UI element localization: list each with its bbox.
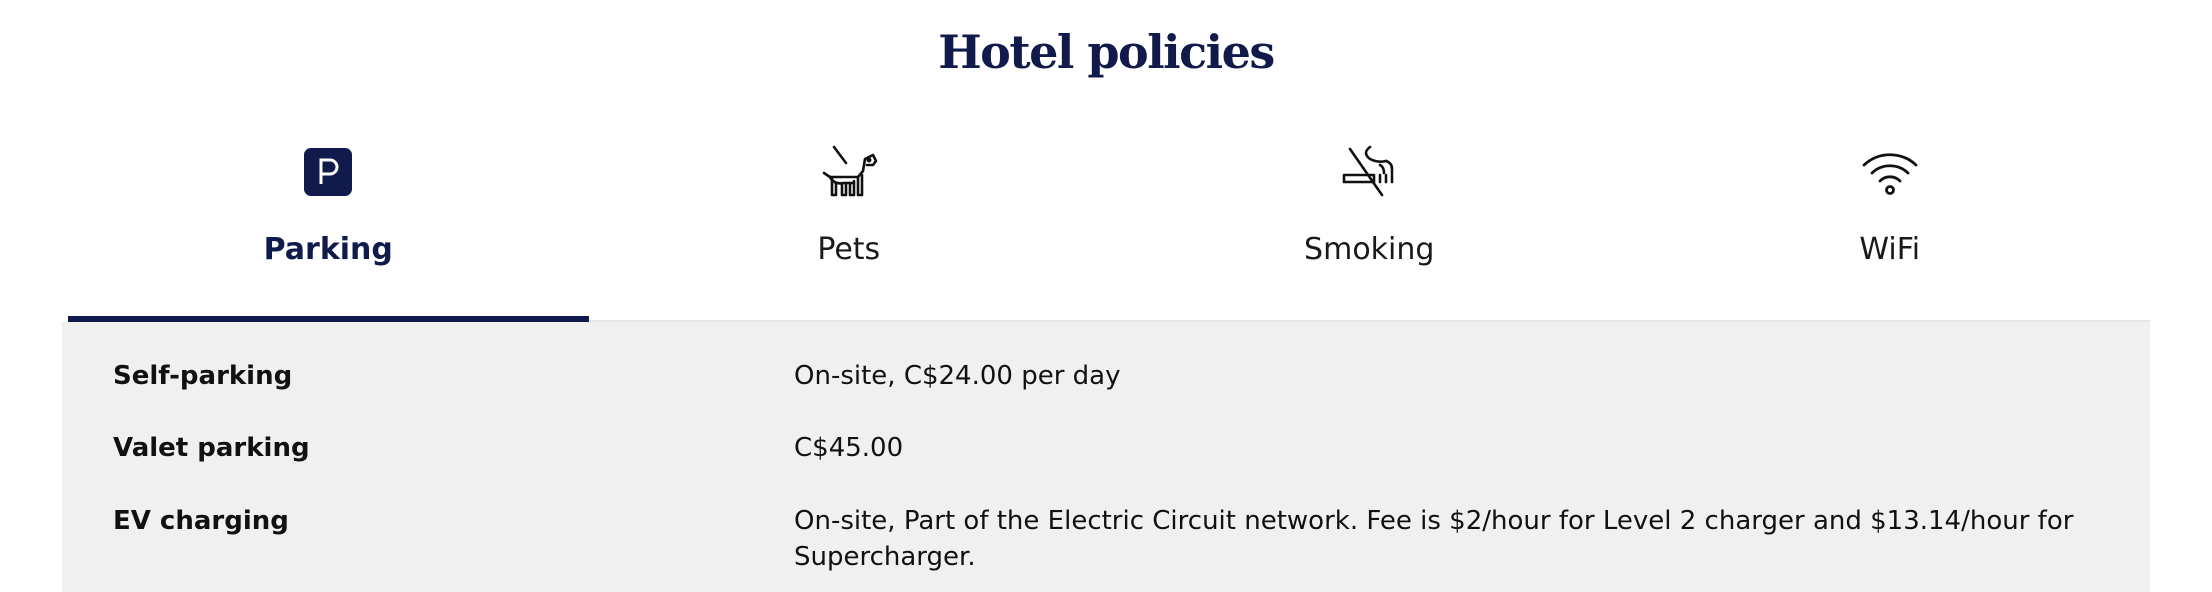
policy-label: EV charging <box>113 506 289 536</box>
parking-policy-panel: Self-parking On-site, C$24.00 per day Va… <box>62 322 2150 592</box>
tab-label: Parking <box>263 232 393 267</box>
dog-icon <box>819 142 879 202</box>
policy-value: C$45.00 <box>794 433 904 463</box>
tab-smoking[interactable]: Smoking <box>1109 120 1630 320</box>
wifi-icon <box>1860 142 1920 202</box>
policy-value: On-site, C$24.00 per day <box>794 361 1121 391</box>
tab-label: WiFi <box>1859 232 1921 267</box>
policy-label: Self-parking <box>113 361 293 391</box>
tab-wifi[interactable]: WiFi <box>1630 120 2151 320</box>
policy-label: Valet parking <box>113 433 310 463</box>
tab-label: Smoking <box>1304 232 1435 267</box>
parking-icon <box>298 142 358 202</box>
tab-pets[interactable]: Pets <box>589 120 1110 320</box>
policy-value: On-site, Part of the Electric Circuit ne… <box>794 506 2074 572</box>
tab-label: Pets <box>817 232 881 267</box>
page-title: Hotel policies <box>938 25 1275 79</box>
tab-parking[interactable]: Parking <box>68 120 589 322</box>
policy-tabs: Parking Pets Smoking WiFi <box>68 120 2150 322</box>
no-smoking-icon <box>1339 142 1399 202</box>
